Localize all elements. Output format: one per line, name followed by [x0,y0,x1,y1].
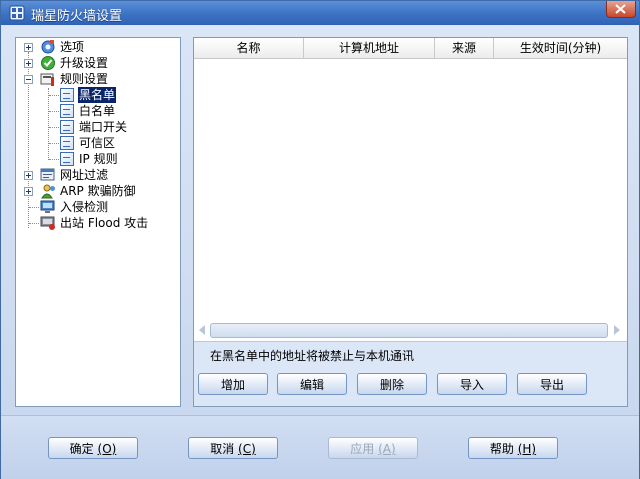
tree-item-intrusion-detection[interactable]: 入侵检测 [16,199,176,215]
tree-item-rules[interactable]: 规则设置 [16,71,176,87]
ok-button-label: 确定 [69,442,94,456]
expand-plus-icon[interactable] [24,59,33,68]
apply-button[interactable]: 应用 (A) [328,437,418,459]
tree-item-label: IP 规则 [79,152,118,166]
close-button[interactable] [606,1,636,18]
help-button[interactable]: 帮助 (H) [468,437,558,459]
intrusion-monitor-icon [40,199,56,215]
settings-window: 瑞星防火墙设置 选项 升级设置 规则设置 黑名单 白名单 端口开关 可信区 IP… [0,0,640,479]
tree-item-trusted-zone[interactable]: 可信区 [16,135,176,151]
port-doc-icon [60,120,74,134]
trusted-zone-doc-icon [60,136,74,150]
cancel-button-label: 取消 [210,442,235,456]
scroll-right-icon[interactable] [614,325,620,335]
collapse-minus-icon[interactable] [24,75,33,84]
ok-button[interactable]: 确定 (O) [48,437,138,459]
tree-item-label: 黑名单 [78,87,117,103]
tree-item-port-switch[interactable]: 端口开关 [16,119,176,135]
tree-item-label: 入侵检测 [60,200,109,214]
ok-accelerator: (O) [97,442,117,456]
tree-item-label: 端口开关 [79,120,128,134]
tree-item-upgrade[interactable]: 升级设置 [16,55,176,71]
tree-item-whitelist[interactable]: 白名单 [16,103,176,119]
blacklist-description: 在黑名单中的地址将被禁止与本机通讯 [210,349,415,363]
tree-item-label: 出站 Flood 攻击 [60,216,149,230]
add-button[interactable]: 增加 [198,373,268,395]
delete-button[interactable]: 删除 [357,373,427,395]
url-filter-icon [40,167,56,183]
tree-item-url-filter[interactable]: 网址过滤 [16,167,176,183]
blacklist-doc-icon [60,88,74,102]
import-button[interactable]: 导入 [437,373,507,395]
export-button[interactable]: 导出 [517,373,587,395]
apply-button-label: 应用 [350,442,375,456]
expand-plus-icon[interactable] [24,187,33,196]
title-bar[interactable]: 瑞星防火墙设置 [1,1,639,25]
blacklist-panel: 名称 计算机地址 来源 生效时间(分钟) 在黑名单中的地址将被禁止与本机通讯 增… [193,37,628,407]
tree-item-outbound-flood[interactable]: 出站 Flood 攻击 [16,215,176,231]
blacklist-table[interactable]: 名称 计算机地址 来源 生效时间(分钟) [194,38,627,342]
help-button-label: 帮助 [489,442,514,456]
whitelist-doc-icon [60,104,74,118]
cancel-accelerator: (C) [238,442,256,456]
options-gear-icon [40,39,56,55]
app-shield-icon [9,5,25,21]
scrollbar-track[interactable] [210,323,608,338]
upgrade-check-icon [40,55,56,71]
rules-settings-icon [40,71,56,87]
edit-button[interactable]: 编辑 [277,373,347,395]
window-title: 瑞星防火墙设置 [31,9,123,24]
column-header-address[interactable]: 计算机地址 [304,38,435,58]
scroll-left-icon[interactable] [199,325,205,335]
tree-item-arp-defense[interactable]: ARP 欺骗防御 [16,183,176,199]
tree-item-ip-rules[interactable]: IP 规则 [16,151,176,167]
apply-accelerator: (A) [378,442,396,456]
tree-item-label: 网址过滤 [60,168,109,182]
table-header: 名称 计算机地址 来源 生效时间(分钟) [194,38,627,59]
tree-item-label: 选项 [60,40,85,54]
help-accelerator: (H) [517,442,537,456]
flood-monitor-icon [40,215,56,231]
arp-defense-icon [40,183,56,199]
expand-plus-icon[interactable] [24,171,33,180]
tree-item-label: ARP 欺骗防御 [60,184,136,198]
column-header-duration[interactable]: 生效时间(分钟) [494,38,627,58]
column-header-source[interactable]: 来源 [435,38,494,58]
tree-item-label: 规则设置 [60,72,109,86]
cancel-button[interactable]: 取消 (C) [188,437,278,459]
column-header-name[interactable]: 名称 [194,38,304,58]
dialog-footer: 确定 (O) 取消 (C) 应用 (A) 帮助 (H) [1,415,639,479]
tree-item-label: 白名单 [79,104,116,118]
ip-rules-doc-icon [60,152,74,166]
tree-item-options[interactable]: 选项 [16,39,176,55]
tree-item-label: 升级设置 [60,56,109,70]
tree-item-blacklist[interactable]: 黑名单 [16,87,176,103]
tree-item-label: 可信区 [79,136,116,150]
horizontal-scrollbar[interactable] [198,322,624,338]
expand-plus-icon[interactable] [24,43,33,52]
settings-tree[interactable]: 选项 升级设置 规则设置 黑名单 白名单 端口开关 可信区 IP 规则 网址过滤… [15,37,181,407]
close-icon [615,4,626,14]
